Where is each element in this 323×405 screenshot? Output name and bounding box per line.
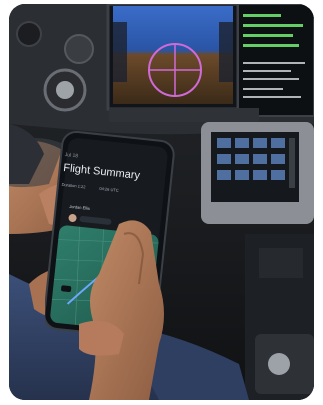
phone-field-right: 04:26 UTC <box>99 185 119 193</box>
sleeve <box>9 124 44 184</box>
mfd-display <box>237 4 314 117</box>
right-hand <box>79 220 164 400</box>
phone-field-left: Duration 1:22 <box>61 181 86 190</box>
phone-screen-text: Jul 18 Flight Summary Duration 1:22 04:2… <box>59 152 164 218</box>
knob-icon <box>268 353 290 375</box>
knob-icon <box>64 34 94 64</box>
photo-frame: Jul 18 Flight Summary Duration 1:22 04:2… <box>9 4 314 400</box>
